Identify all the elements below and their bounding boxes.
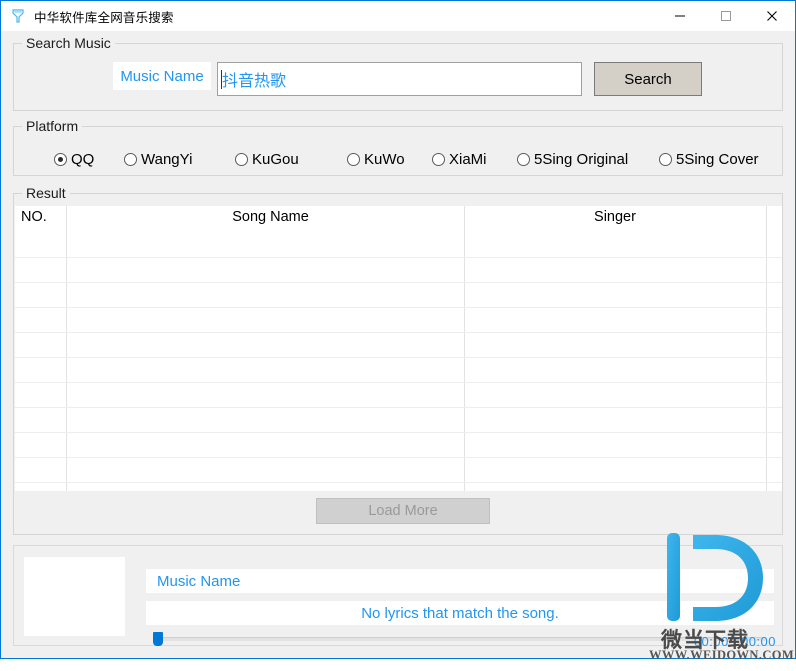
radio-mark-icon (432, 152, 445, 166)
table-row[interactable] (15, 383, 782, 408)
radio-mark-icon (517, 152, 530, 166)
window-title: 中华软件库全网音乐搜索 (34, 10, 174, 25)
platform-radio-group: QQ WangYi KuGou KuWo XiaMi 5Sing Original 5Sin… (14, 147, 784, 171)
table-row[interactable] (15, 433, 782, 458)
player-lyrics: No lyrics that match the song. (146, 601, 774, 625)
platform-radio-kuwo[interactable]: KuWo (347, 151, 405, 168)
platform-radio-xiami[interactable]: XiaMi (432, 151, 487, 168)
seek-thumb[interactable] (153, 632, 163, 646)
player-music-name: Music Name (146, 569, 774, 593)
album-art-placeholder (24, 557, 125, 636)
search-music-group: Search Music Music Name 抖音热歌 Search (13, 35, 783, 111)
app-logo-icon (10, 8, 26, 24)
music-name-label: Music Name (113, 62, 211, 90)
result-group: Result NO. Song Name Singer Load More (13, 185, 783, 535)
search-input-value: 抖音热歌 (222, 73, 287, 90)
platform-legend: Platform (22, 118, 83, 134)
table-body (15, 232, 782, 491)
radio-mark-icon (235, 152, 248, 166)
platform-radio-5sing-cover[interactable]: 5Sing Cover (659, 151, 759, 168)
platform-radio-wangyi[interactable]: WangYi (124, 151, 192, 168)
table-header-no[interactable]: NO. (21, 209, 47, 225)
search-button[interactable]: Search (594, 62, 702, 96)
platform-radio-kugou[interactable]: KuGou (235, 151, 299, 168)
main-content: Search Music Music Name 抖音热歌 Search Plat… (1, 31, 795, 662)
search-music-legend: Search Music (22, 35, 115, 51)
maximize-button[interactable] (703, 1, 749, 31)
table-row[interactable] (15, 483, 782, 491)
table-header-song-name[interactable]: Song Name (77, 209, 464, 225)
minimize-button[interactable] (657, 1, 703, 31)
platform-radio-label: KuWo (364, 150, 405, 168)
seek-track[interactable] (154, 637, 766, 641)
watermark-url-text: WWW.WEIDOWN.COM (649, 648, 795, 662)
platform-radio-5sing-original[interactable]: 5Sing Original (517, 151, 628, 168)
table-row[interactable] (15, 408, 782, 433)
radio-mark-icon (124, 152, 137, 166)
load-more-button[interactable]: Load More (316, 498, 490, 524)
radio-mark-icon (347, 152, 360, 166)
table-row[interactable] (15, 283, 782, 308)
table-row[interactable] (15, 308, 782, 333)
platform-radio-label: 5Sing Cover (676, 150, 759, 168)
table-header: NO. Song Name Singer (15, 206, 782, 491)
platform-radio-label: 5Sing Original (534, 150, 629, 168)
platform-radio-label: QQ (71, 150, 95, 168)
time-display: 00:00 | 00:00 (693, 634, 776, 649)
table-row[interactable] (15, 458, 782, 483)
table-header-singer[interactable]: Singer (465, 209, 765, 225)
table-row[interactable] (15, 258, 782, 283)
table-row[interactable] (15, 232, 782, 258)
search-input[interactable]: 抖音热歌 (217, 62, 582, 96)
platform-radio-label: XiaMi (449, 150, 487, 168)
window-controls (657, 1, 795, 31)
seek-slider[interactable] (146, 632, 774, 646)
title-bar: 中华软件库全网音乐搜索 (1, 1, 795, 31)
results-table[interactable]: NO. Song Name Singer (15, 206, 782, 491)
radio-mark-icon (659, 152, 672, 166)
table-row[interactable] (15, 333, 782, 358)
close-button[interactable] (749, 1, 795, 31)
table-row[interactable] (15, 358, 782, 383)
radio-mark-icon (54, 152, 67, 166)
platform-group: Platform QQ WangYi KuGou KuWo XiaMi 5Sing Ori… (13, 118, 784, 176)
result-legend: Result (22, 185, 70, 201)
platform-radio-qq[interactable]: QQ (54, 151, 94, 168)
platform-radio-label: KuGou (252, 150, 299, 168)
platform-radio-label: WangYi (141, 150, 193, 168)
player-panel: Music Name No lyrics that match the song… (13, 545, 783, 649)
